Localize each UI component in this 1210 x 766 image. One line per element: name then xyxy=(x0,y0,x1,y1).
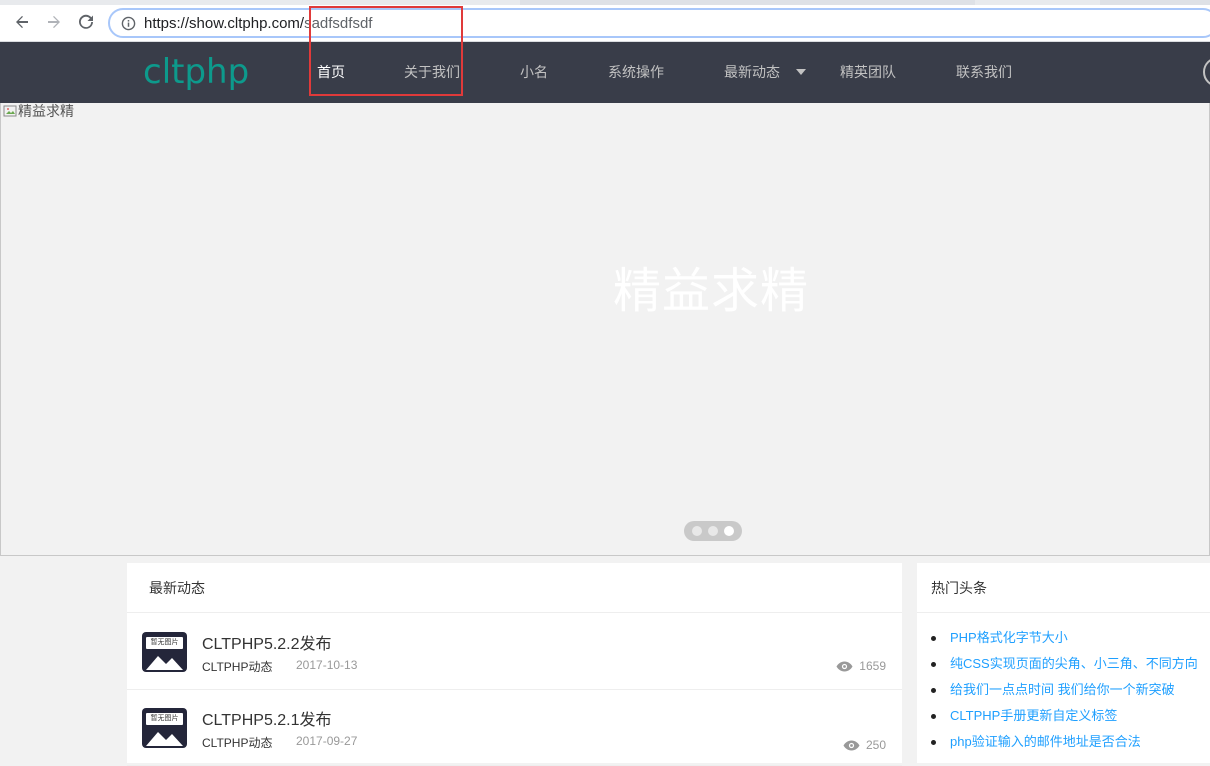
address-bar[interactable]: https://show.cltphp.com/sadfsdfsdf xyxy=(108,8,1210,38)
carousel-indicator xyxy=(684,521,742,541)
browser-toolbar: https://show.cltphp.com/sadfsdfsdf xyxy=(0,0,1210,42)
arrow-left-icon xyxy=(16,16,28,28)
view-count: 250 xyxy=(865,738,886,752)
broken-image-icon xyxy=(3,105,17,117)
carousel-dot-2[interactable] xyxy=(708,526,718,536)
info-icon[interactable] xyxy=(120,15,136,31)
site-header: cltphp 首页 关于我们 小名 系统操作 最新动态 精英团队 联系我们 xyxy=(0,42,1210,103)
news-date: 2017-10-13 xyxy=(296,658,358,672)
latest-news-panel: 最新动态 暂无图片 CLTPHP5.2.2发布 CLTPHP动态 2017-10… xyxy=(127,563,902,766)
banner-carousel: 精益求精 精益求精 xyxy=(0,103,1210,556)
caret-down-icon[interactable] xyxy=(796,69,806,75)
nav-item-xiaoming[interactable]: 小名 xyxy=(520,42,548,103)
hot-headlines-panel: 热门头条 PHP格式化字节大小 纯CSS实现页面的尖角、小三角、不同方向 给我们… xyxy=(917,563,1210,763)
hot-link[interactable]: 给我们一点点时间 我们给你一个新突破 xyxy=(950,679,1175,701)
mountain-placeholder-icon xyxy=(146,732,183,746)
bullet-icon xyxy=(931,687,936,693)
nav-item-news[interactable]: 最新动态 xyxy=(724,42,780,103)
url-host: https://show.cltphp.com/ xyxy=(144,14,305,32)
nav-item-contact[interactable]: 联系我们 xyxy=(956,42,1012,103)
hot-link[interactable]: php验证输入的邮件地址是否合法 xyxy=(950,731,1141,753)
bullet-icon xyxy=(931,635,936,641)
browser-tab[interactable] xyxy=(520,0,975,5)
bullet-icon xyxy=(931,661,936,667)
news-title[interactable]: CLTPHP5.2.2发布 xyxy=(202,630,332,654)
tab-strip xyxy=(0,0,1210,5)
browser-tab[interactable] xyxy=(1100,0,1210,5)
news-category[interactable]: CLTPHP动态 xyxy=(202,734,272,751)
view-count: 1659 xyxy=(859,659,886,673)
news-title[interactable]: CLTPHP5.2.1发布 xyxy=(202,706,332,730)
news-views: 1659 xyxy=(836,659,886,673)
arrow-right-icon xyxy=(48,16,60,28)
news-date: 2017-09-27 xyxy=(296,734,358,748)
hot-link[interactable]: 纯CSS实现页面的尖角、小三角、不同方向 xyxy=(950,653,1198,675)
hot-link[interactable]: PHP格式化字节大小 xyxy=(950,627,1068,649)
nav-item-system[interactable]: 系统操作 xyxy=(608,42,664,103)
list-item: CLTPHP手册更新自定义标签 xyxy=(931,703,1210,729)
reload-icon xyxy=(79,14,93,29)
news-thumbnail[interactable]: 暂无图片 xyxy=(142,708,187,748)
mountain-placeholder-icon xyxy=(146,656,183,670)
url-path: sadfsdfsdf xyxy=(304,14,373,32)
eye-icon xyxy=(836,661,853,671)
hot-list: PHP格式化字节大小 纯CSS实现页面的尖角、小三角、不同方向 给我们一点点时间… xyxy=(931,625,1210,755)
main-nav: 首页 关于我们 小名 系统操作 最新动态 精英团队 联系我们 xyxy=(0,42,1210,103)
reload-button[interactable] xyxy=(73,9,99,35)
news-item[interactable]: 暂无图片 CLTPHP5.2.1发布 CLTPHP动态 2017-09-27 2… xyxy=(127,690,902,766)
carousel-dot-3[interactable] xyxy=(724,526,734,536)
list-item: php验证输入的邮件地址是否合法 xyxy=(931,729,1210,755)
list-item: 纯CSS实现页面的尖角、小三角、不同方向 xyxy=(931,651,1210,677)
bullet-icon xyxy=(931,713,936,719)
panel-title: 最新动态 xyxy=(127,563,902,613)
broken-image-alt: 精益求精 xyxy=(18,103,74,119)
news-category[interactable]: CLTPHP动态 xyxy=(202,658,272,675)
news-thumbnail[interactable]: 暂无图片 xyxy=(142,632,187,672)
panel-title: 热门头条 xyxy=(917,563,1210,613)
nav-item-team[interactable]: 精英团队 xyxy=(840,42,896,103)
bullet-icon xyxy=(931,739,936,745)
news-views: 250 xyxy=(843,738,886,752)
carousel-dot-1[interactable] xyxy=(692,526,702,536)
list-item: PHP格式化字节大小 xyxy=(931,625,1210,651)
nav-item-about[interactable]: 关于我们 xyxy=(404,42,460,103)
broken-image: 精益求精 xyxy=(3,101,74,121)
url-text[interactable]: https://show.cltphp.com/sadfsdfsdf xyxy=(144,15,372,32)
news-item[interactable]: 暂无图片 CLTPHP5.2.2发布 CLTPHP动态 2017-10-13 1… xyxy=(127,614,902,690)
list-item: 给我们一点点时间 我们给你一个新突破 xyxy=(931,677,1210,703)
hot-link[interactable]: CLTPHP手册更新自定义标签 xyxy=(950,705,1117,727)
nav-item-home[interactable]: 首页 xyxy=(317,42,345,103)
back-button[interactable] xyxy=(9,9,35,35)
banner-title: 精益求精 xyxy=(613,265,810,318)
forward-button[interactable] xyxy=(41,9,67,35)
